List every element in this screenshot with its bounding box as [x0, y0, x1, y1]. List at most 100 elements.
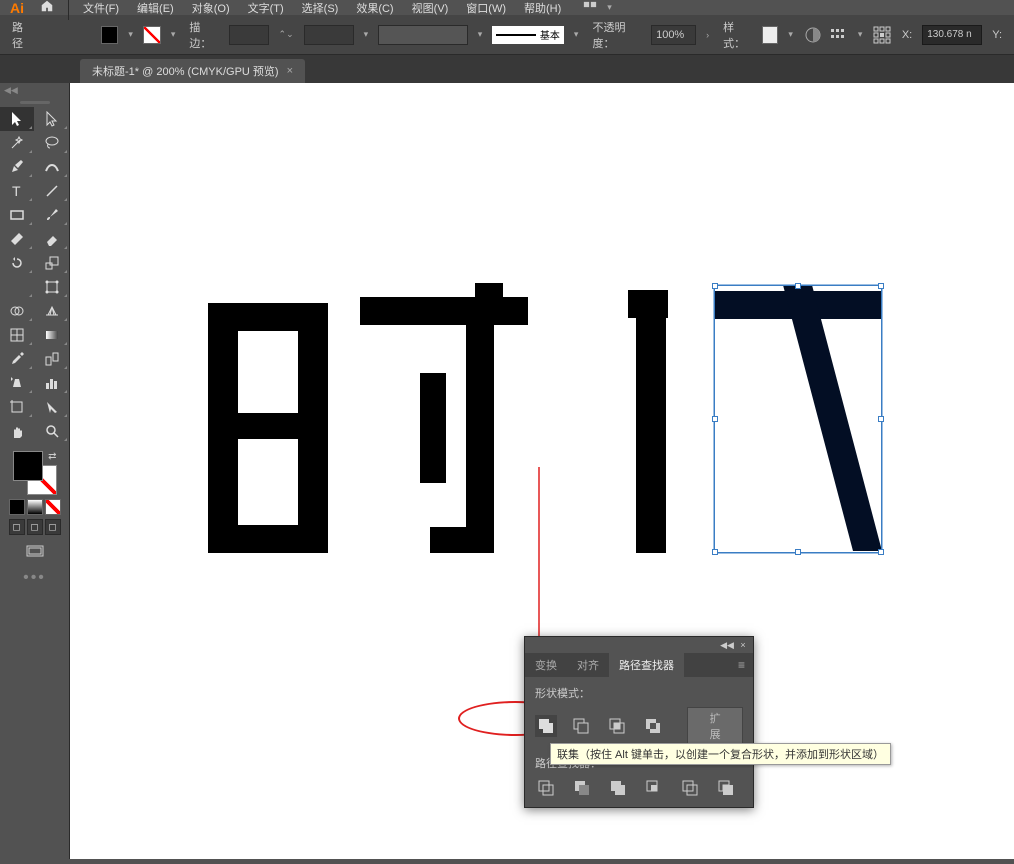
- close-icon[interactable]: ×: [737, 639, 749, 651]
- exclude-icon[interactable]: [642, 715, 664, 737]
- zoom-tool[interactable]: [35, 419, 69, 443]
- graphic-style-swatch[interactable]: [762, 26, 778, 44]
- screen-mode-btn[interactable]: [21, 541, 49, 563]
- opacity-label[interactable]: 不透明度：: [588, 19, 645, 51]
- line-tool[interactable]: [35, 179, 69, 203]
- document-tab[interactable]: 未标题-1* @ 200% (CMYK/GPU 预览) ×: [80, 59, 305, 83]
- hand-tool[interactable]: [0, 419, 34, 443]
- handle-mid-right[interactable]: [878, 416, 884, 422]
- paintbrush-tool[interactable]: [35, 203, 69, 227]
- menu-effect[interactable]: 效果(C): [348, 0, 401, 16]
- divide-icon[interactable]: [535, 777, 557, 799]
- outline-icon[interactable]: [679, 777, 701, 799]
- style-label[interactable]: 样式：: [719, 19, 756, 51]
- intersect-icon[interactable]: [606, 715, 628, 737]
- menu-select[interactable]: 选择(S): [294, 0, 347, 16]
- artboard-tool[interactable]: [0, 395, 34, 419]
- recolor-icon[interactable]: [803, 24, 822, 46]
- chevron-down-icon[interactable]: ▾: [124, 29, 137, 40]
- opacity-input[interactable]: [651, 25, 696, 45]
- menu-edit[interactable]: 编辑(E): [129, 0, 182, 16]
- scale-tool[interactable]: [35, 251, 69, 275]
- trim-icon[interactable]: [571, 777, 593, 799]
- perspective-grid-tool[interactable]: [35, 299, 69, 323]
- home-icon[interactable]: [32, 0, 62, 16]
- stroke-style-dropdown[interactable]: 基本: [492, 26, 564, 44]
- eyedropper-tool[interactable]: [0, 347, 34, 371]
- menu-view[interactable]: 视图(V): [404, 0, 457, 16]
- x-coord-input[interactable]: [922, 25, 982, 45]
- arrange-icon[interactable]: [579, 0, 601, 19]
- draw-behind-btn[interactable]: ◻: [27, 519, 43, 535]
- blend-tool[interactable]: [35, 347, 69, 371]
- chevron-down-icon[interactable]: ▾: [603, 2, 616, 13]
- free-transform-tool[interactable]: [35, 275, 69, 299]
- menu-help[interactable]: 帮助(H): [516, 0, 569, 16]
- toolbox-collapse[interactable]: ◀◀: [0, 83, 69, 97]
- tab-pathfinder[interactable]: 路径查找器: [609, 653, 684, 677]
- transform-icon[interactable]: [872, 24, 891, 46]
- minus-front-icon[interactable]: [571, 715, 593, 737]
- stroke-label[interactable]: 描边：: [185, 19, 222, 51]
- chevron-down-icon[interactable]: ▾: [167, 29, 180, 40]
- shaper-tool[interactable]: [0, 227, 34, 251]
- crop-icon[interactable]: [643, 777, 665, 799]
- draw-inside-btn[interactable]: ◻: [45, 519, 61, 535]
- handle-top-right[interactable]: [878, 283, 884, 289]
- draw-normal-btn[interactable]: ◻: [9, 519, 25, 535]
- chevron-down-icon[interactable]: ▾: [570, 29, 583, 40]
- chevron-down-icon[interactable]: ▾: [854, 29, 867, 40]
- handle-bot-left[interactable]: [712, 549, 718, 555]
- eraser-tool[interactable]: [35, 227, 69, 251]
- stroke-profile-input[interactable]: [304, 25, 354, 45]
- menu-object[interactable]: 对象(O): [184, 0, 238, 16]
- unite-icon[interactable]: [535, 715, 557, 737]
- tab-align[interactable]: 对齐: [567, 653, 609, 677]
- selection-bounds[interactable]: [714, 285, 882, 553]
- minus-back-icon[interactable]: [715, 777, 737, 799]
- color-mode-btn[interactable]: [9, 499, 25, 515]
- mesh-tool[interactable]: [0, 323, 34, 347]
- chevron-down-icon[interactable]: ▾: [474, 29, 487, 40]
- gradient-mode-btn[interactable]: [27, 499, 43, 515]
- handle-top-mid[interactable]: [795, 283, 801, 289]
- stroke-weight-input[interactable]: [229, 25, 269, 45]
- fill-stroke-indicator[interactable]: ⇄: [13, 451, 57, 495]
- shape-builder-tool[interactable]: [0, 299, 34, 323]
- direct-selection-tool[interactable]: [35, 107, 69, 131]
- panel-menu-icon[interactable]: ≡: [730, 658, 753, 672]
- canvas-area[interactable]: ◀◀ × 变换 对齐 路径查找器 ≡ 形状模式：: [70, 83, 1014, 859]
- merge-icon[interactable]: [607, 777, 629, 799]
- lasso-tool[interactable]: [35, 131, 69, 155]
- fill-swatch[interactable]: [101, 26, 119, 44]
- menu-type[interactable]: 文字(T): [240, 0, 292, 16]
- type-tool[interactable]: T: [0, 179, 34, 203]
- rotate-tool[interactable]: [0, 251, 34, 275]
- close-icon[interactable]: ×: [287, 65, 293, 77]
- toolbox-grip[interactable]: [0, 97, 69, 107]
- gradient-tool[interactable]: [35, 323, 69, 347]
- width-tool[interactable]: [0, 275, 34, 299]
- stroke-swatch[interactable]: [143, 26, 161, 44]
- chevron-down-icon[interactable]: ⌃⌄: [275, 29, 298, 40]
- fill-color[interactable]: [13, 451, 43, 481]
- chevron-right-icon[interactable]: ›: [702, 30, 713, 40]
- menu-window[interactable]: 窗口(W): [458, 0, 514, 16]
- handle-top-left[interactable]: [712, 283, 718, 289]
- pathfinder-panel[interactable]: ◀◀ × 变换 对齐 路径查找器 ≡ 形状模式：: [524, 636, 754, 808]
- chevron-down-icon[interactable]: ▾: [360, 29, 373, 40]
- expand-button[interactable]: 扩展: [687, 707, 743, 745]
- toolbox-more[interactable]: •••: [4, 569, 65, 587]
- curvature-tool[interactable]: [35, 155, 69, 179]
- none-mode-btn[interactable]: [45, 499, 61, 515]
- selection-tool[interactable]: [0, 107, 34, 131]
- rectangle-tool[interactable]: [0, 203, 34, 227]
- magic-wand-tool[interactable]: [0, 131, 34, 155]
- slice-tool[interactable]: [35, 395, 69, 419]
- handle-mid-left[interactable]: [712, 416, 718, 422]
- brush-definition[interactable]: [378, 25, 468, 45]
- symbol-sprayer-tool[interactable]: [0, 371, 34, 395]
- menu-file[interactable]: 文件(F): [75, 0, 127, 16]
- chevron-down-icon[interactable]: ▾: [784, 29, 797, 40]
- pen-tool[interactable]: [0, 155, 34, 179]
